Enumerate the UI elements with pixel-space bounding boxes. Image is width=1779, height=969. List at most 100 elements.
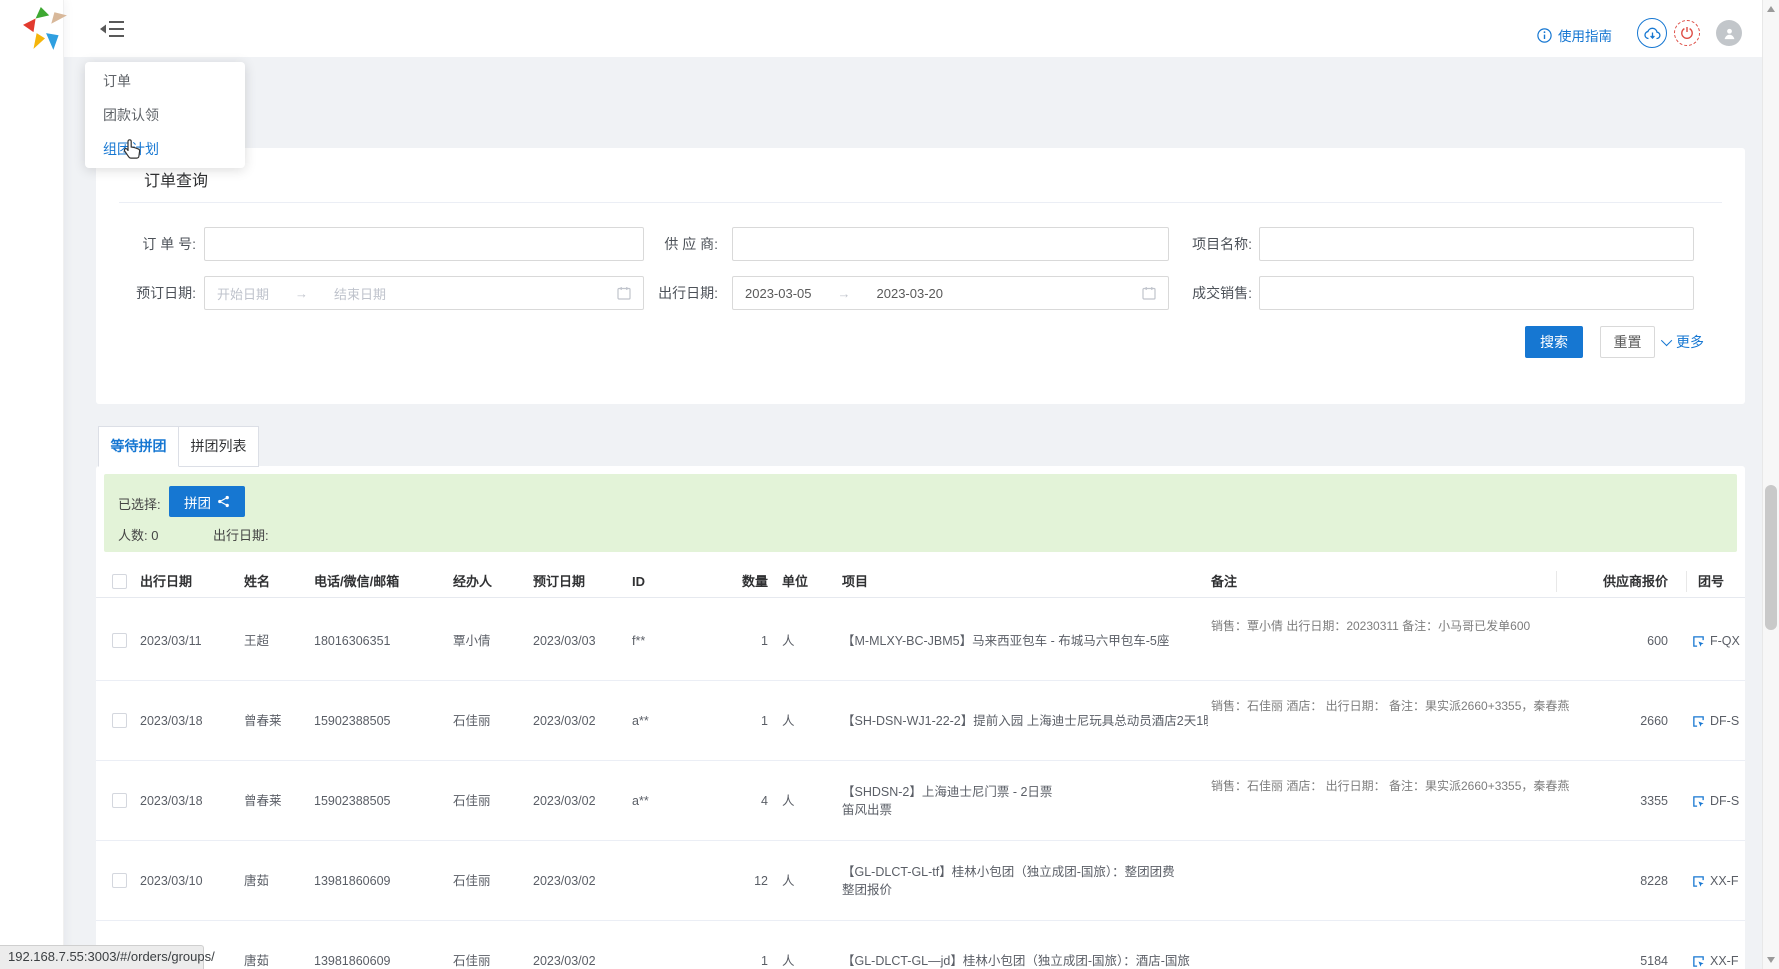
page-scrollbar[interactable] xyxy=(1762,0,1779,969)
tab-group-list[interactable]: 拼团列表 xyxy=(178,426,259,467)
cell-name: 唐茹 xyxy=(244,921,308,969)
table-row: 2023/03/10 唐茹 13981860609 石佳丽 2023/03/02… xyxy=(96,841,1745,921)
project-line2: 整团报价 xyxy=(842,881,1208,899)
group-link-icon[interactable] xyxy=(1692,795,1705,808)
avatar[interactable] xyxy=(1716,20,1742,46)
cell-group-no: XX-F xyxy=(1692,841,1745,921)
cell-unit: 人 xyxy=(782,761,822,841)
table-row: 唐茹 13981860609 石佳丽 2023/03/02 1 人 【GL-DL… xyxy=(96,921,1745,969)
selection-banner: 已选择: 拼团 人数: 0 出行日期: xyxy=(104,474,1737,552)
order-no-label: 订 单 号: xyxy=(116,227,196,261)
info-icon xyxy=(1537,28,1552,43)
group-link-icon[interactable] xyxy=(1692,635,1705,648)
project-line1: 【GL-DLCT-GL-tf】桂林小包团（独立成团-国旅）：整团团费 xyxy=(842,863,1208,881)
travel-start-value: 2023-03-05 xyxy=(745,286,812,301)
cell-qty: 12 xyxy=(692,841,768,921)
cell-unit: 人 xyxy=(782,921,822,969)
cell-remark xyxy=(1211,841,1591,921)
travel-date-label: 出行日期: xyxy=(636,276,718,310)
booking-date-range[interactable]: 开始日期 → 结束日期 xyxy=(204,276,644,310)
col-contact: 电话/微信/邮箱 xyxy=(314,565,448,598)
supplier-label: 供 应 商: xyxy=(636,227,718,261)
select-all-checkbox[interactable] xyxy=(112,574,127,589)
col-booked-date: 预订日期 xyxy=(533,565,629,598)
col-agent: 经办人 xyxy=(453,565,531,598)
cell-name: 曾春莱 xyxy=(244,681,308,761)
cell-travel-date: 2023/03/10 xyxy=(140,841,236,921)
group-no-text: DF-S xyxy=(1710,681,1739,761)
cell-price: 5184 xyxy=(1568,921,1668,969)
project-line1: 【M-MLXY-BC-JBM5】马来西亚包车 - 布城马六甲包车-5座 xyxy=(842,632,1208,650)
more-link[interactable]: 更多 xyxy=(1664,332,1704,352)
scrollbar-thumb[interactable] xyxy=(1765,485,1777,630)
group-link-icon[interactable] xyxy=(1692,715,1705,728)
table-header: 出行日期 姓名 电话/微信/邮箱 经办人 预订日期 ID 数量 单位 项目 备注… xyxy=(96,565,1745,598)
project-line1: 【GL-DLCT-GL—jd】桂林小包团（独立成团-国旅）：酒店-国旅 xyxy=(842,952,1208,969)
cell-travel-date: 2023/03/18 xyxy=(140,681,236,761)
logout-button[interactable] xyxy=(1674,20,1700,46)
cell-unit: 人 xyxy=(782,601,822,681)
cell-qty: 1 xyxy=(692,681,768,761)
menu-item-orders[interactable]: 订单 xyxy=(85,64,245,98)
people-count-label: 人数: 0 xyxy=(118,525,158,544)
supplier-input[interactable] xyxy=(732,227,1169,261)
scroll-down-arrow[interactable] xyxy=(1767,957,1775,963)
menu-item-payment-claim[interactable]: 团款认领 xyxy=(85,98,245,132)
group-link-icon[interactable] xyxy=(1692,875,1705,888)
sales-input[interactable] xyxy=(1259,276,1694,310)
cell-project: 【SHDSN-2】上海迪士尼门票 - 2日票 笛风出票 xyxy=(842,761,1208,841)
cell-booked-date: 2023/03/02 xyxy=(533,841,629,921)
group-no-text: DF-S xyxy=(1710,761,1739,841)
menu-fold-icon[interactable] xyxy=(100,19,124,39)
booking-end-placeholder: 结束日期 xyxy=(334,284,386,303)
make-group-label: 拼团 xyxy=(184,492,211,512)
order-query-card: 订单查询 订 单 号: 供 应 商: 项目名称: 预订日期: 开始日期 → 结束… xyxy=(96,148,1745,404)
group-link-icon[interactable] xyxy=(1692,955,1705,968)
cell-id xyxy=(632,841,694,921)
col-unit: 单位 xyxy=(782,565,822,598)
cell-price: 2660 xyxy=(1568,681,1668,761)
app-logo xyxy=(22,6,68,52)
col-qty: 数量 xyxy=(692,565,768,598)
table-row: 2023/03/18 曾春莱 15902388505 石佳丽 2023/03/0… xyxy=(96,681,1745,761)
make-group-button[interactable]: 拼团 xyxy=(169,486,245,517)
cell-price: 600 xyxy=(1568,601,1668,681)
cell-travel-date: 2023/03/11 xyxy=(140,601,236,681)
cloud-publish-button[interactable] xyxy=(1637,18,1667,48)
booking-start-placeholder: 开始日期 xyxy=(217,284,269,303)
cell-agent: 覃小倩 xyxy=(453,601,531,681)
col-id: ID xyxy=(632,565,694,598)
cell-remark xyxy=(1211,921,1591,969)
travel-date-range[interactable]: 2023-03-05 → 2023-03-20 xyxy=(732,276,1169,310)
cell-travel-date: 2023/03/18 xyxy=(140,761,236,841)
project-name-label: 项目名称: xyxy=(1166,227,1252,261)
order-no-input[interactable] xyxy=(204,227,644,261)
share-nodes-icon xyxy=(217,495,230,508)
cell-remark: 销售：石佳丽 酒店： 出行日期： 备注：果实派2660+3355，秦春燕 xyxy=(1211,761,1591,841)
scroll-up-arrow[interactable] xyxy=(1767,6,1775,12)
cell-group-no: F-QX xyxy=(1692,601,1745,681)
group-no-text: XX-F xyxy=(1710,841,1738,921)
cell-name: 唐茹 xyxy=(244,841,308,921)
divider xyxy=(119,202,1722,203)
sales-label: 成交销售: xyxy=(1166,276,1252,310)
calendar-icon xyxy=(1142,286,1156,300)
row-checkbox[interactable] xyxy=(112,793,127,808)
more-label: 更多 xyxy=(1676,332,1704,352)
hand-cursor-icon xyxy=(120,138,142,162)
usage-guide-link[interactable]: 使用指南 xyxy=(1537,25,1612,45)
reset-button[interactable]: 重置 xyxy=(1600,326,1655,358)
row-checkbox[interactable] xyxy=(112,713,127,728)
search-button[interactable]: 搜索 xyxy=(1525,326,1583,358)
calendar-icon xyxy=(617,286,631,300)
row-checkbox[interactable] xyxy=(112,633,127,648)
tab-waiting-group[interactable]: 等待拼团 xyxy=(98,426,179,467)
cell-agent: 石佳丽 xyxy=(453,921,531,969)
row-checkbox[interactable] xyxy=(112,873,127,888)
nav-dropdown: 订单 团款认领 组团计划 xyxy=(85,62,245,168)
project-name-input[interactable] xyxy=(1259,227,1694,261)
cell-qty: 1 xyxy=(692,601,768,681)
travel-date-banner-label: 出行日期: xyxy=(213,525,269,544)
project-line1: 【SH-DSN-WJ1-22-2】提前入园 上海迪士尼玩具总动员酒店2天1晚 xyxy=(842,712,1208,730)
menu-item-group-plan[interactable]: 组团计划 xyxy=(85,132,245,166)
